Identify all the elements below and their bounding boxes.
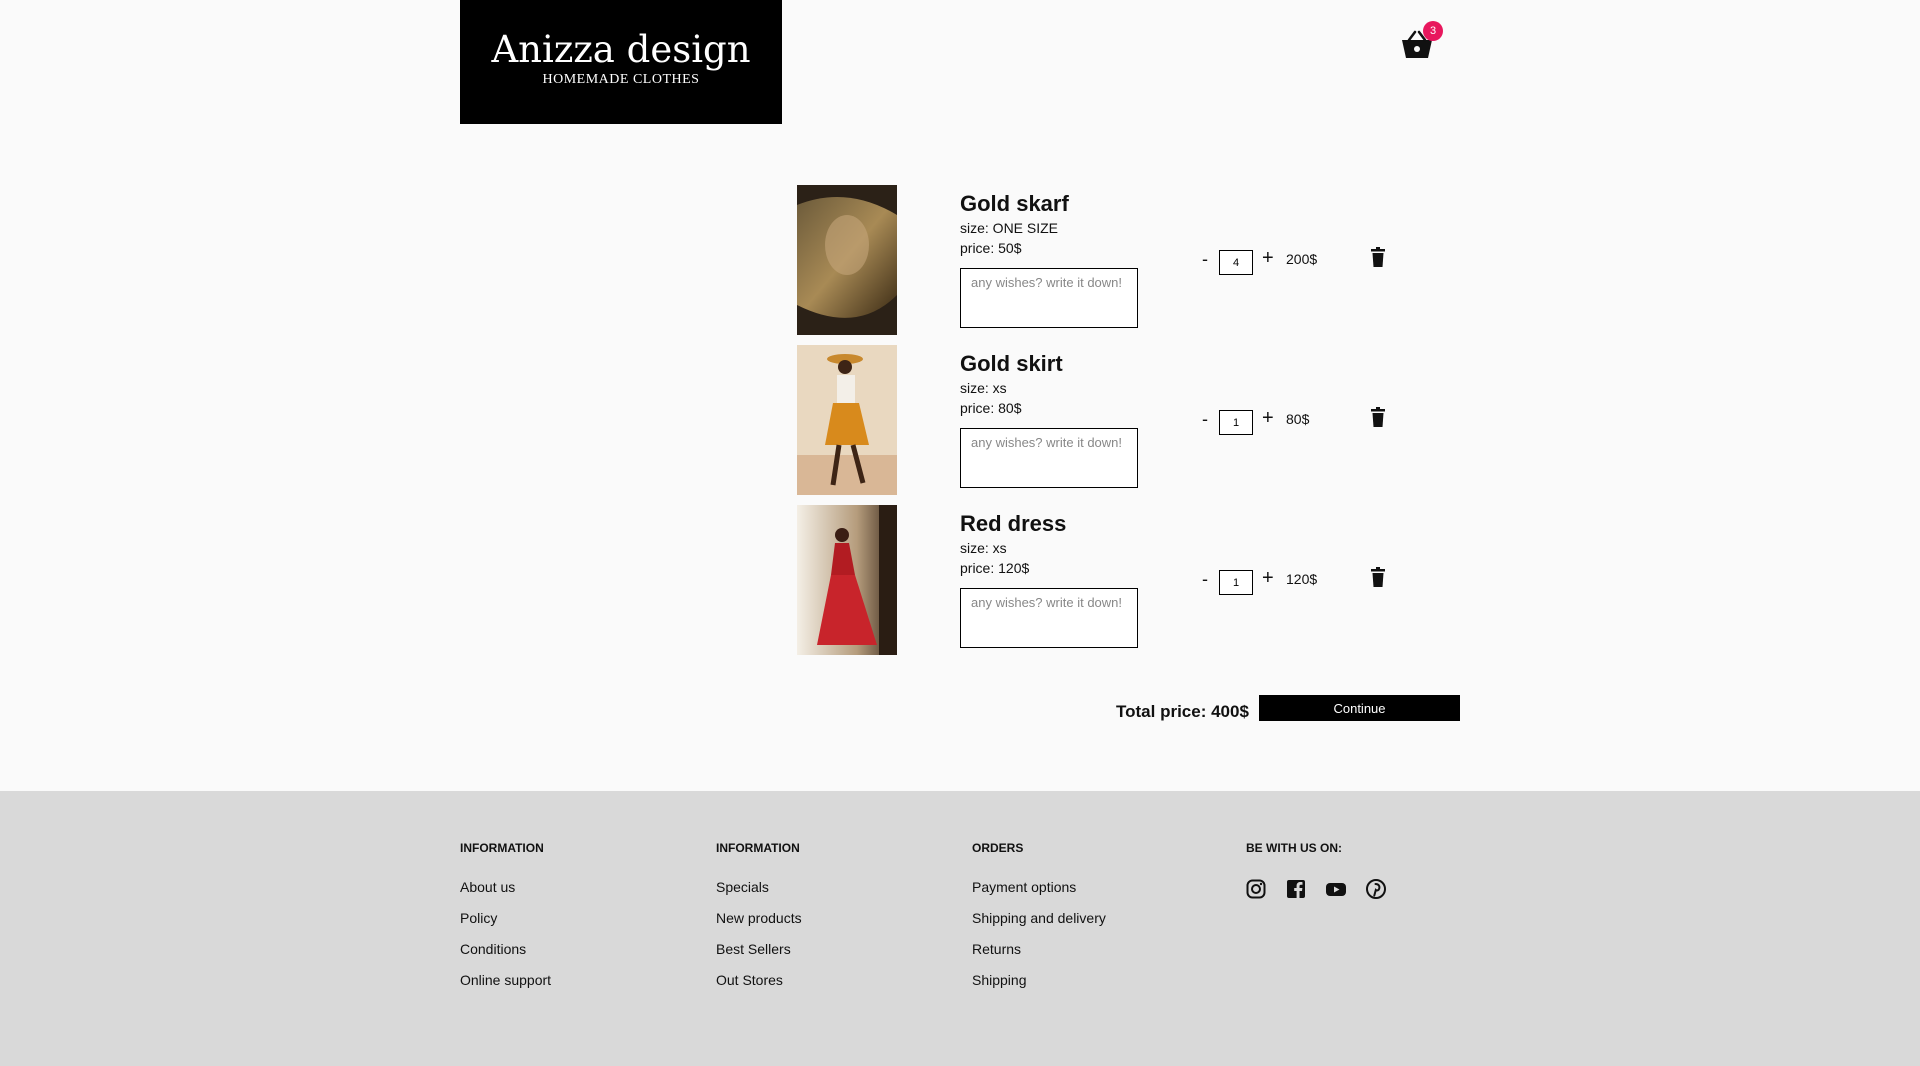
wishes-input[interactable] — [960, 428, 1138, 488]
quantity-input[interactable] — [1219, 570, 1253, 595]
footer-link-policy[interactable]: Policy — [460, 910, 551, 926]
trash-icon[interactable] — [1370, 247, 1386, 267]
wishes-input[interactable] — [960, 588, 1138, 648]
product-price: price: 50$ — [960, 240, 1022, 256]
cart-button[interactable]: 3 — [1400, 21, 1443, 60]
instagram-icon[interactable] — [1246, 879, 1266, 899]
footer-link-stores[interactable]: Out Stores — [716, 972, 802, 988]
footer-link-returns[interactable]: Returns — [972, 941, 1106, 957]
basket-icon — [1400, 30, 1434, 64]
product-image-dress[interactable] — [797, 505, 897, 655]
line-total: 80$ — [1286, 411, 1310, 427]
brand-name: Anizza design — [491, 28, 751, 71]
footer-heading: INFORMATION — [460, 841, 544, 855]
product-size: size: xs — [960, 540, 1007, 556]
cart-item: Gold skarf size: ONE SIZE price: 50$ - +… — [797, 185, 1477, 335]
footer-link-conditions[interactable]: Conditions — [460, 941, 551, 957]
footer-column-information: INFORMATION About us Policy Conditions O… — [460, 841, 551, 1003]
footer-link-specials[interactable]: Specials — [716, 879, 802, 895]
total-price: Total price: 400$ — [1116, 702, 1249, 721]
footer-link-about[interactable]: About us — [460, 879, 551, 895]
trash-icon[interactable] — [1370, 567, 1386, 587]
product-title[interactable]: Red dress — [960, 511, 1066, 537]
footer-link-best-sellers[interactable]: Best Sellers — [716, 941, 802, 957]
footer: INFORMATION About us Policy Conditions O… — [0, 791, 1920, 1066]
social-links — [1246, 879, 1386, 899]
product-image-skirt[interactable] — [797, 345, 897, 495]
product-image-scarf[interactable] — [797, 185, 897, 335]
facebook-icon[interactable] — [1286, 879, 1306, 899]
footer-column-orders: ORDERS Payment options Shipping and deli… — [972, 841, 1106, 1003]
decrease-quantity-button[interactable]: - — [1202, 569, 1208, 590]
increase-quantity-button[interactable]: + — [1262, 407, 1274, 430]
footer-heading: INFORMATION — [716, 841, 800, 855]
footer-heading: BE WITH US ON: — [1246, 841, 1342, 855]
brand-logo[interactable]: Anizza design HOMEMADE CLOTHES — [460, 0, 782, 124]
continue-button[interactable]: Continue — [1259, 695, 1460, 721]
footer-column-social: BE WITH US ON: — [1246, 841, 1386, 899]
product-size: size: xs — [960, 380, 1007, 396]
footer-link-shipping[interactable]: Shipping — [972, 972, 1106, 988]
product-price: price: 80$ — [960, 400, 1022, 416]
footer-link-support[interactable]: Online support — [460, 972, 551, 988]
quantity-input[interactable] — [1219, 410, 1253, 435]
footer-link-shipping-delivery[interactable]: Shipping and delivery — [972, 910, 1106, 926]
pinterest-icon[interactable] — [1366, 879, 1386, 899]
trash-icon[interactable] — [1370, 407, 1386, 427]
product-price: price: 120$ — [960, 560, 1030, 576]
cart-item: Gold skirt size: xs price: 80$ - + 80$ — [797, 345, 1477, 495]
youtube-icon[interactable] — [1326, 879, 1346, 899]
brand-tagline: HOMEMADE CLOTHES — [542, 72, 700, 87]
cart-count-badge: 3 — [1423, 21, 1443, 41]
product-size: size: ONE SIZE — [960, 220, 1059, 236]
wishes-input[interactable] — [960, 268, 1138, 328]
cart-item: Red dress size: xs price: 120$ - + 120$ — [797, 505, 1477, 655]
quantity-input[interactable] — [1219, 250, 1253, 275]
product-title[interactable]: Gold skirt — [960, 351, 1063, 377]
footer-column-information-2: INFORMATION Specials New products Best S… — [716, 841, 802, 1003]
line-total: 120$ — [1286, 571, 1318, 587]
increase-quantity-button[interactable]: + — [1262, 247, 1274, 270]
decrease-quantity-button[interactable]: - — [1202, 249, 1208, 270]
footer-heading: ORDERS — [972, 841, 1024, 855]
footer-link-new-products[interactable]: New products — [716, 910, 802, 926]
line-total: 200$ — [1286, 251, 1318, 267]
decrease-quantity-button[interactable]: - — [1202, 409, 1208, 430]
footer-link-payment[interactable]: Payment options — [972, 879, 1106, 895]
product-title[interactable]: Gold skarf — [960, 191, 1069, 217]
increase-quantity-button[interactable]: + — [1262, 567, 1274, 590]
